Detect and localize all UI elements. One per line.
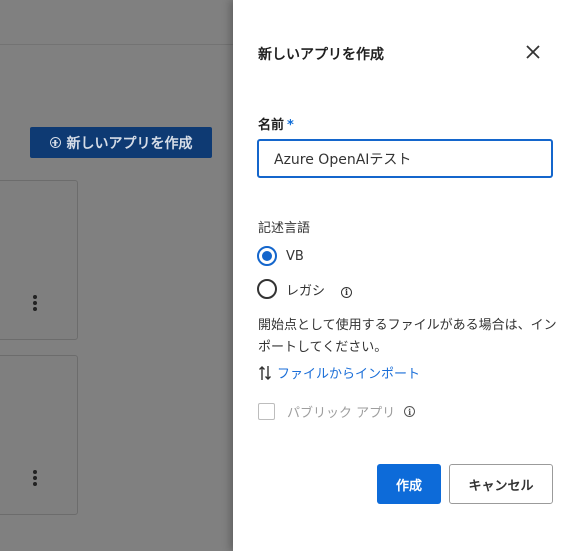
background-page: 新しいアプリを作成 — [0, 0, 233, 551]
radio-option-vb[interactable]: VB — [257, 246, 304, 266]
cancel-button[interactable]: キャンセル — [449, 464, 553, 504]
add-circle-icon — [49, 137, 61, 148]
info-icon[interactable]: i — [341, 286, 353, 298]
radio-button-vb[interactable] — [257, 246, 277, 266]
public-app-label: パブリック アプリ — [287, 406, 396, 421]
kebab-icon[interactable] — [33, 295, 37, 311]
name-label-text: 名前 — [258, 118, 285, 133]
app-card[interactable] — [0, 180, 78, 340]
radio-option-legacy[interactable]: レガシ i — [257, 279, 353, 299]
language-label: 記述言語 — [258, 221, 311, 236]
new-app-button[interactable]: 新しいアプリを作成 — [30, 127, 212, 158]
create-button[interactable]: 作成 — [377, 464, 441, 504]
radio-button-legacy[interactable] — [257, 279, 277, 299]
create-app-panel: 新しいアプリを作成 名前* 記述言語 VB レガシ i 開始点として使用するファ… — [233, 0, 573, 551]
radio-label-vb: VB — [286, 248, 304, 264]
info-icon[interactable]: i — [404, 406, 416, 417]
radio-label-legacy: レガシ — [286, 283, 326, 299]
name-field-label: 名前 * — [258, 114, 294, 133]
required-marker: * — [287, 118, 294, 133]
name-input[interactable] — [257, 139, 553, 178]
app-card[interactable] — [0, 355, 78, 515]
public-app-checkbox[interactable] — [258, 403, 275, 420]
close-icon[interactable] — [523, 42, 543, 62]
import-link-label: ファイルからインポート — [277, 367, 421, 382]
swap-arrows-icon — [259, 365, 271, 380]
import-help-text: 開始点として使用するファイルがある場合は、インポートしてください。 — [258, 318, 557, 355]
import-from-file-link[interactable]: ファイルからインポート — [258, 363, 420, 382]
panel-title: 新しいアプリを作成 — [258, 47, 384, 63]
new-app-button-label: 新しいアプリを作成 — [66, 135, 193, 152]
kebab-icon[interactable] — [33, 470, 37, 486]
header-divider — [0, 44, 233, 45]
public-app-option: パブリック アプリ i — [258, 402, 416, 421]
